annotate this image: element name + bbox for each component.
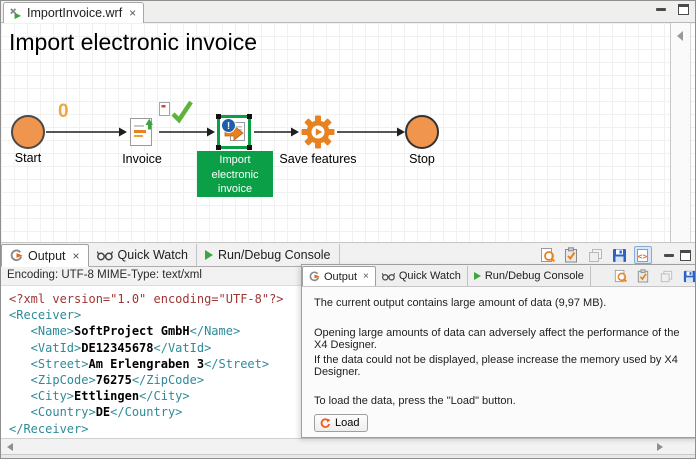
floating-panel-tabbar: Output × Quick Watch Run/Debug Console — [302, 265, 696, 286]
output-icon — [10, 249, 23, 262]
tab-output-label: Output — [28, 249, 66, 263]
tab-close-icon[interactable]: × — [129, 6, 136, 20]
workflow-canvas[interactable]: Import electronic invoice 0 Start — [1, 23, 695, 242]
copy-icon[interactable] — [586, 246, 604, 264]
horizontal-scrollbar[interactable] — [1, 438, 695, 454]
selection-handle[interactable] — [216, 145, 221, 150]
tab-run-debug-console[interactable]: Run/Debug Console — [197, 244, 340, 266]
flow-connectors — [1, 23, 695, 242]
fp-message-size: The current output contains large amount… — [314, 297, 688, 309]
search-document-icon[interactable] — [538, 246, 556, 264]
selection-handle[interactable] — [247, 145, 252, 150]
fp-tab-quick-watch[interactable]: Quick Watch — [376, 266, 468, 286]
tab-title: ImportInvoice.wrf — [27, 6, 122, 20]
editor-tabbar: ImportInvoice.wrf × — [1, 1, 695, 23]
clipboard-check-icon[interactable] — [634, 267, 652, 285]
console-maximize-icon[interactable] — [680, 250, 691, 261]
fp-tab-output-label: Output — [324, 271, 357, 283]
node-import-label: Import electronic invoice — [197, 151, 273, 197]
output-icon — [309, 271, 320, 282]
quick-watch-glasses-icon — [97, 250, 113, 261]
run-debug-icon — [205, 250, 213, 260]
node-stop[interactable] — [405, 115, 439, 149]
floating-output-panel: Output × Quick Watch Run/Debug Console — [301, 264, 696, 438]
tab-quick-watch[interactable]: Quick Watch — [89, 244, 197, 266]
workflow-file-icon — [9, 7, 22, 20]
start-circle-icon — [11, 115, 45, 149]
fp-tab-output-close-icon[interactable]: × — [363, 271, 369, 282]
tab-importinvoice-wrf[interactable]: ImportInvoice.wrf × — [3, 2, 144, 23]
copy-icon[interactable] — [657, 267, 675, 285]
tab-output-close-icon[interactable]: × — [73, 249, 80, 263]
gear-icon — [301, 115, 335, 149]
svg-text:<>: <> — [638, 252, 648, 261]
run-debug-icon — [474, 272, 481, 280]
stop-circle-icon — [405, 115, 439, 149]
search-document-icon[interactable] — [611, 267, 629, 285]
node-start-label: Start — [5, 151, 51, 165]
fp-message-load-hint: To load the data, press the "Load" butto… — [314, 395, 688, 407]
fp-message-performance: Opening large amounts of data can advers… — [314, 327, 688, 351]
selection-handle[interactable] — [247, 114, 252, 119]
palette-collapse-arrow[interactable] — [677, 31, 683, 41]
fp-message-area: The current output contains large amount… — [302, 286, 696, 437]
load-button[interactable]: Load — [314, 414, 368, 432]
view-source-icon[interactable]: <> — [634, 246, 652, 264]
invoice-document-icon — [127, 116, 157, 148]
editor-window-controls — [656, 4, 689, 15]
tab-output[interactable]: Output × — [1, 244, 89, 267]
clipboard-check-icon[interactable] — [562, 246, 580, 264]
scroll-left-arrow-icon[interactable] — [7, 443, 13, 451]
palette-strip[interactable] — [670, 23, 691, 242]
tab-quick-watch-label: Quick Watch — [118, 248, 188, 262]
node-save-features[interactable] — [301, 115, 335, 149]
import-invoice-icon: ! — [220, 118, 248, 146]
node-save-features-label: Save features — [278, 152, 358, 166]
node-invoice[interactable] — [127, 116, 157, 148]
save-icon[interactable] — [680, 267, 696, 285]
tab-run-debug-label: Run/Debug Console — [218, 248, 331, 262]
token-counter: 0 — [58, 101, 69, 123]
fp-tab-output[interactable]: Output × — [302, 266, 376, 286]
selection-handle[interactable] — [216, 114, 221, 119]
fp-tab-run-debug-console[interactable]: Run/Debug Console — [468, 266, 591, 286]
load-refresh-icon — [320, 418, 331, 429]
validation-check-icon — [158, 99, 194, 125]
node-stop-label: Stop — [399, 152, 445, 166]
window-bottom-edge — [1, 454, 695, 459]
minimize-icon[interactable] — [656, 8, 666, 11]
load-button-label: Load — [335, 417, 359, 429]
quick-watch-glasses-icon — [382, 272, 395, 281]
svg-text:!: ! — [227, 121, 230, 132]
fp-tab-run-debug-label: Run/Debug Console — [485, 270, 584, 282]
fp-toolbar — [611, 267, 696, 285]
x4-designer-window: ImportInvoice.wrf × Import electronic in… — [0, 0, 696, 459]
scroll-right-arrow-icon[interactable] — [657, 443, 663, 451]
node-import-electronic-invoice[interactable]: ! — [217, 115, 251, 149]
maximize-icon[interactable] — [678, 4, 689, 15]
console-toolbar: <> — [538, 246, 691, 264]
fp-tab-quick-watch-label: Quick Watch — [399, 270, 461, 282]
save-icon[interactable] — [610, 246, 628, 264]
node-invoice-label: Invoice — [112, 152, 172, 166]
fp-message-memory: If the data could not be displayed, plea… — [314, 354, 688, 378]
node-start[interactable] — [11, 115, 45, 149]
console-minimize-icon[interactable] — [664, 254, 674, 257]
